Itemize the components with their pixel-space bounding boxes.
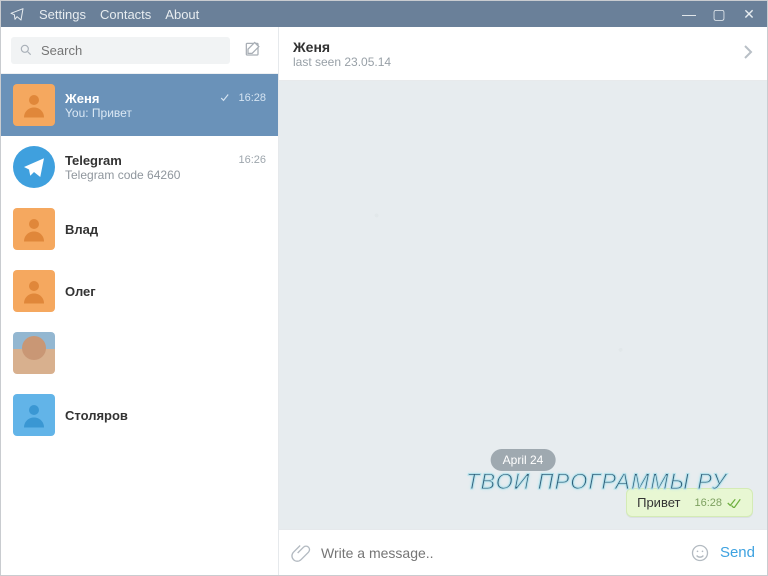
chat-name: Олег <box>65 284 96 299</box>
chat-info-button[interactable] <box>743 44 753 63</box>
message-outgoing[interactable]: Привет 16:28 <box>626 488 753 517</box>
messages-area[interactable]: April 24 Привет 16:28 ТВОИ ПРОГРАММЫ РУ <box>279 81 767 529</box>
person-icon <box>19 90 49 120</box>
minimize-button[interactable]: ― <box>679 4 699 24</box>
send-button[interactable]: Send <box>720 544 755 561</box>
chat-name: Telegram <box>65 153 122 168</box>
avatar <box>13 332 55 374</box>
composer: Send <box>279 529 767 575</box>
chat-header-status: last seen 23.05.14 <box>293 55 743 69</box>
chat-item[interactable]: Женя 16:28 You: Привет <box>1 74 278 136</box>
attach-button[interactable] <box>291 543 311 563</box>
search-icon <box>19 43 33 57</box>
chat-name: Столяров <box>65 408 128 423</box>
message-time: 16:28 <box>694 497 742 509</box>
chat-item[interactable]: Telegram 16:26 Telegram code 64260 <box>1 136 278 198</box>
chat-name: Влад <box>65 222 98 237</box>
person-icon <box>19 214 49 244</box>
message-text: Привет <box>637 495 680 510</box>
avatar <box>13 84 55 126</box>
search-field[interactable] <box>41 43 222 58</box>
telegram-logo-icon <box>9 6 25 22</box>
smile-icon <box>690 543 710 563</box>
person-icon <box>19 400 49 430</box>
chat-item[interactable]: Столяров <box>1 384 278 446</box>
chat-time: 16:28 <box>220 92 266 104</box>
date-separator: April 24 <box>491 449 556 471</box>
compose-button[interactable] <box>238 35 268 65</box>
person-icon <box>19 276 49 306</box>
chat-preview: You: Привет <box>65 106 266 120</box>
chat-item[interactable] <box>1 322 278 384</box>
chat-name: Женя <box>65 91 99 106</box>
chat-item[interactable]: Влад <box>1 198 278 260</box>
avatar <box>13 270 55 312</box>
chat-header-name: Женя <box>293 39 743 55</box>
compose-icon <box>243 40 263 60</box>
maximize-button[interactable]: ▢ <box>709 4 729 24</box>
chat-list-panel: Женя 16:28 You: Привет Te <box>1 27 279 575</box>
chat-header: Женя last seen 23.05.14 <box>279 27 767 81</box>
read-check-icon <box>220 93 234 103</box>
telegram-icon <box>19 152 49 182</box>
paperclip-icon <box>291 543 311 563</box>
close-button[interactable]: ✕ <box>739 4 759 24</box>
chevron-right-icon <box>743 44 753 60</box>
avatar <box>13 394 55 436</box>
search-input[interactable] <box>11 37 230 64</box>
menu-settings[interactable]: Settings <box>39 7 86 22</box>
double-check-icon <box>726 498 742 508</box>
chat-preview: Telegram code 64260 <box>65 168 266 182</box>
chat-item[interactable]: Олег <box>1 260 278 322</box>
menu-contacts[interactable]: Contacts <box>100 7 151 22</box>
menu-about[interactable]: About <box>165 7 199 22</box>
avatar <box>13 208 55 250</box>
emoji-button[interactable] <box>690 543 710 563</box>
message-input[interactable] <box>321 545 680 561</box>
titlebar: Settings Contacts About ― ▢ ✕ <box>1 1 767 27</box>
avatar <box>13 146 55 188</box>
chat-time: 16:26 <box>238 154 266 166</box>
